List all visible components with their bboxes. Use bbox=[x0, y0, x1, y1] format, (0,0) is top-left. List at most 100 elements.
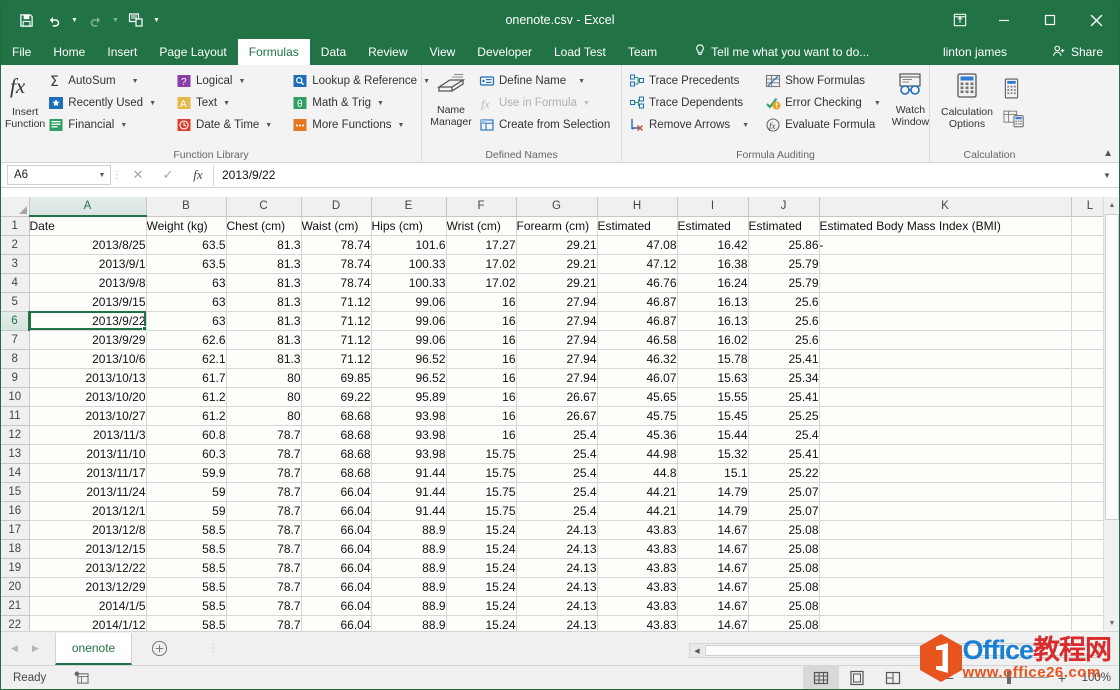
name-manager-button[interactable]: Name Manager bbox=[426, 68, 476, 128]
cell-D13[interactable]: 68.68 bbox=[301, 444, 371, 463]
row-header-13[interactable]: 13 bbox=[1, 444, 29, 463]
tab-home[interactable]: Home bbox=[42, 39, 96, 65]
cell-B18[interactable]: 58.5 bbox=[146, 539, 226, 558]
cell-H6[interactable]: 46.87 bbox=[597, 311, 677, 330]
cell-B17[interactable]: 58.5 bbox=[146, 520, 226, 539]
cell-J14[interactable]: 25.22 bbox=[748, 463, 819, 482]
chevron-down-icon[interactable]: ▼ bbox=[120, 122, 127, 129]
tab-load-test[interactable]: Load Test bbox=[543, 39, 617, 65]
cell-K5[interactable] bbox=[819, 292, 1071, 311]
cell-K18[interactable] bbox=[819, 539, 1071, 558]
cell-B2[interactable]: 63.5 bbox=[146, 235, 226, 254]
cancel-icon[interactable]: ✕ bbox=[123, 165, 153, 186]
share-button[interactable]: Share bbox=[1042, 39, 1113, 65]
cell-I11[interactable]: 15.45 bbox=[677, 406, 748, 425]
cell-H4[interactable]: 46.76 bbox=[597, 273, 677, 292]
cell-I13[interactable]: 15.32 bbox=[677, 444, 748, 463]
cell-I15[interactable]: 14.79 bbox=[677, 482, 748, 501]
cell-C11[interactable]: 80 bbox=[226, 406, 301, 425]
cell-J12[interactable]: 25.4 bbox=[748, 425, 819, 444]
cell-C7[interactable]: 81.3 bbox=[226, 330, 301, 349]
row-header-7[interactable]: 7 bbox=[1, 330, 29, 349]
watch-window-button[interactable]: Watch Window bbox=[892, 68, 929, 128]
cell-G4[interactable]: 29.21 bbox=[516, 273, 597, 292]
insert-function-icon[interactable]: fx bbox=[183, 165, 213, 186]
cell-G14[interactable]: 25.4 bbox=[516, 463, 597, 482]
redo-dropdown-icon[interactable]: ▼ bbox=[110, 7, 121, 33]
cell-J5[interactable]: 25.6 bbox=[748, 292, 819, 311]
cell-A7[interactable]: 2013/9/29 bbox=[29, 330, 146, 349]
cell-J6[interactable]: 25.6 bbox=[748, 311, 819, 330]
cell-G22[interactable]: 24.13 bbox=[516, 615, 597, 631]
cell-E16[interactable]: 91.44 bbox=[371, 501, 446, 520]
cell-B3[interactable]: 63.5 bbox=[146, 254, 226, 273]
cell-C16[interactable]: 78.7 bbox=[226, 501, 301, 520]
cell-B22[interactable]: 58.5 bbox=[146, 615, 226, 631]
cell-C21[interactable]: 78.7 bbox=[226, 596, 301, 615]
cell-I12[interactable]: 15.44 bbox=[677, 425, 748, 444]
cell-J10[interactable]: 25.41 bbox=[748, 387, 819, 406]
cell-B20[interactable]: 58.5 bbox=[146, 577, 226, 596]
column-header-f[interactable]: F bbox=[446, 197, 516, 216]
expand-formula-bar-icon[interactable]: ▼ bbox=[1098, 171, 1116, 180]
cell-G9[interactable]: 27.94 bbox=[516, 368, 597, 387]
add-sheet-icon[interactable] bbox=[150, 640, 168, 658]
cell-E9[interactable]: 96.52 bbox=[371, 368, 446, 387]
cell-C20[interactable]: 78.7 bbox=[226, 577, 301, 596]
cell-D11[interactable]: 68.68 bbox=[301, 406, 371, 425]
row-header-3[interactable]: 3 bbox=[1, 254, 29, 273]
zoom-slider[interactable] bbox=[963, 677, 1049, 678]
cell-K15[interactable] bbox=[819, 482, 1071, 501]
cell-D10[interactable]: 69.22 bbox=[301, 387, 371, 406]
cell-E2[interactable]: 101.6 bbox=[371, 235, 446, 254]
cell-J15[interactable]: 25.07 bbox=[748, 482, 819, 501]
cell-F10[interactable]: 16 bbox=[446, 387, 516, 406]
column-header-c[interactable]: C bbox=[226, 197, 301, 216]
cell-J22[interactable]: 25.08 bbox=[748, 615, 819, 631]
autosum-button[interactable]: Σ AutoSum ▼ bbox=[45, 70, 161, 92]
cell-E19[interactable]: 88.9 bbox=[371, 558, 446, 577]
column-header-d[interactable]: D bbox=[301, 197, 371, 216]
cell-F9[interactable]: 16 bbox=[446, 368, 516, 387]
page-break-preview-icon[interactable] bbox=[875, 666, 911, 689]
cell-G17[interactable]: 24.13 bbox=[516, 520, 597, 539]
cell-K2[interactable]: - bbox=[819, 235, 1071, 254]
cell-H15[interactable]: 44.21 bbox=[597, 482, 677, 501]
cell-A12[interactable]: 2013/11/3 bbox=[29, 425, 146, 444]
cell-B12[interactable]: 60.8 bbox=[146, 425, 226, 444]
cell-D15[interactable]: 66.04 bbox=[301, 482, 371, 501]
cell-F12[interactable]: 16 bbox=[446, 425, 516, 444]
cell-G19[interactable]: 24.13 bbox=[516, 558, 597, 577]
cell-J20[interactable]: 25.08 bbox=[748, 577, 819, 596]
cell-J3[interactable]: 25.79 bbox=[748, 254, 819, 273]
cell-I2[interactable]: 16.42 bbox=[677, 235, 748, 254]
row-header-20[interactable]: 20 bbox=[1, 577, 29, 596]
cell-F5[interactable]: 16 bbox=[446, 292, 516, 311]
cell-E13[interactable]: 93.98 bbox=[371, 444, 446, 463]
chevron-down-icon[interactable]: ▼ bbox=[238, 78, 245, 85]
cell-I1[interactable]: Estimated bbox=[677, 216, 748, 235]
collapse-ribbon-icon[interactable]: ▲ bbox=[1103, 148, 1113, 159]
cell-I22[interactable]: 14.67 bbox=[677, 615, 748, 631]
cell-G8[interactable]: 27.94 bbox=[516, 349, 597, 368]
cell-F13[interactable]: 15.75 bbox=[446, 444, 516, 463]
row-header-9[interactable]: 9 bbox=[1, 368, 29, 387]
cell-E5[interactable]: 99.06 bbox=[371, 292, 446, 311]
customize-qat-icon[interactable]: ▼ bbox=[151, 7, 162, 33]
cell-H16[interactable]: 44.21 bbox=[597, 501, 677, 520]
previous-sheet-icon[interactable]: ◀ bbox=[11, 643, 18, 654]
cell-B21[interactable]: 58.5 bbox=[146, 596, 226, 615]
cell-I5[interactable]: 16.13 bbox=[677, 292, 748, 311]
cell-H1[interactable]: Estimated bbox=[597, 216, 677, 235]
date-time-button[interactable]: Date & Time ▼ bbox=[173, 114, 277, 136]
split-handle[interactable]: ⋮ bbox=[208, 643, 219, 654]
cell-E21[interactable]: 88.9 bbox=[371, 596, 446, 615]
name-box[interactable]: A6 ▼ bbox=[7, 165, 111, 185]
cell-E6[interactable]: 99.06 bbox=[371, 311, 446, 330]
cell-H19[interactable]: 43.83 bbox=[597, 558, 677, 577]
cell-F7[interactable]: 16 bbox=[446, 330, 516, 349]
save-icon[interactable] bbox=[13, 7, 39, 33]
cell-G6[interactable]: 27.94 bbox=[516, 311, 597, 330]
cell-C2[interactable]: 81.3 bbox=[226, 235, 301, 254]
cell-B7[interactable]: 62.6 bbox=[146, 330, 226, 349]
